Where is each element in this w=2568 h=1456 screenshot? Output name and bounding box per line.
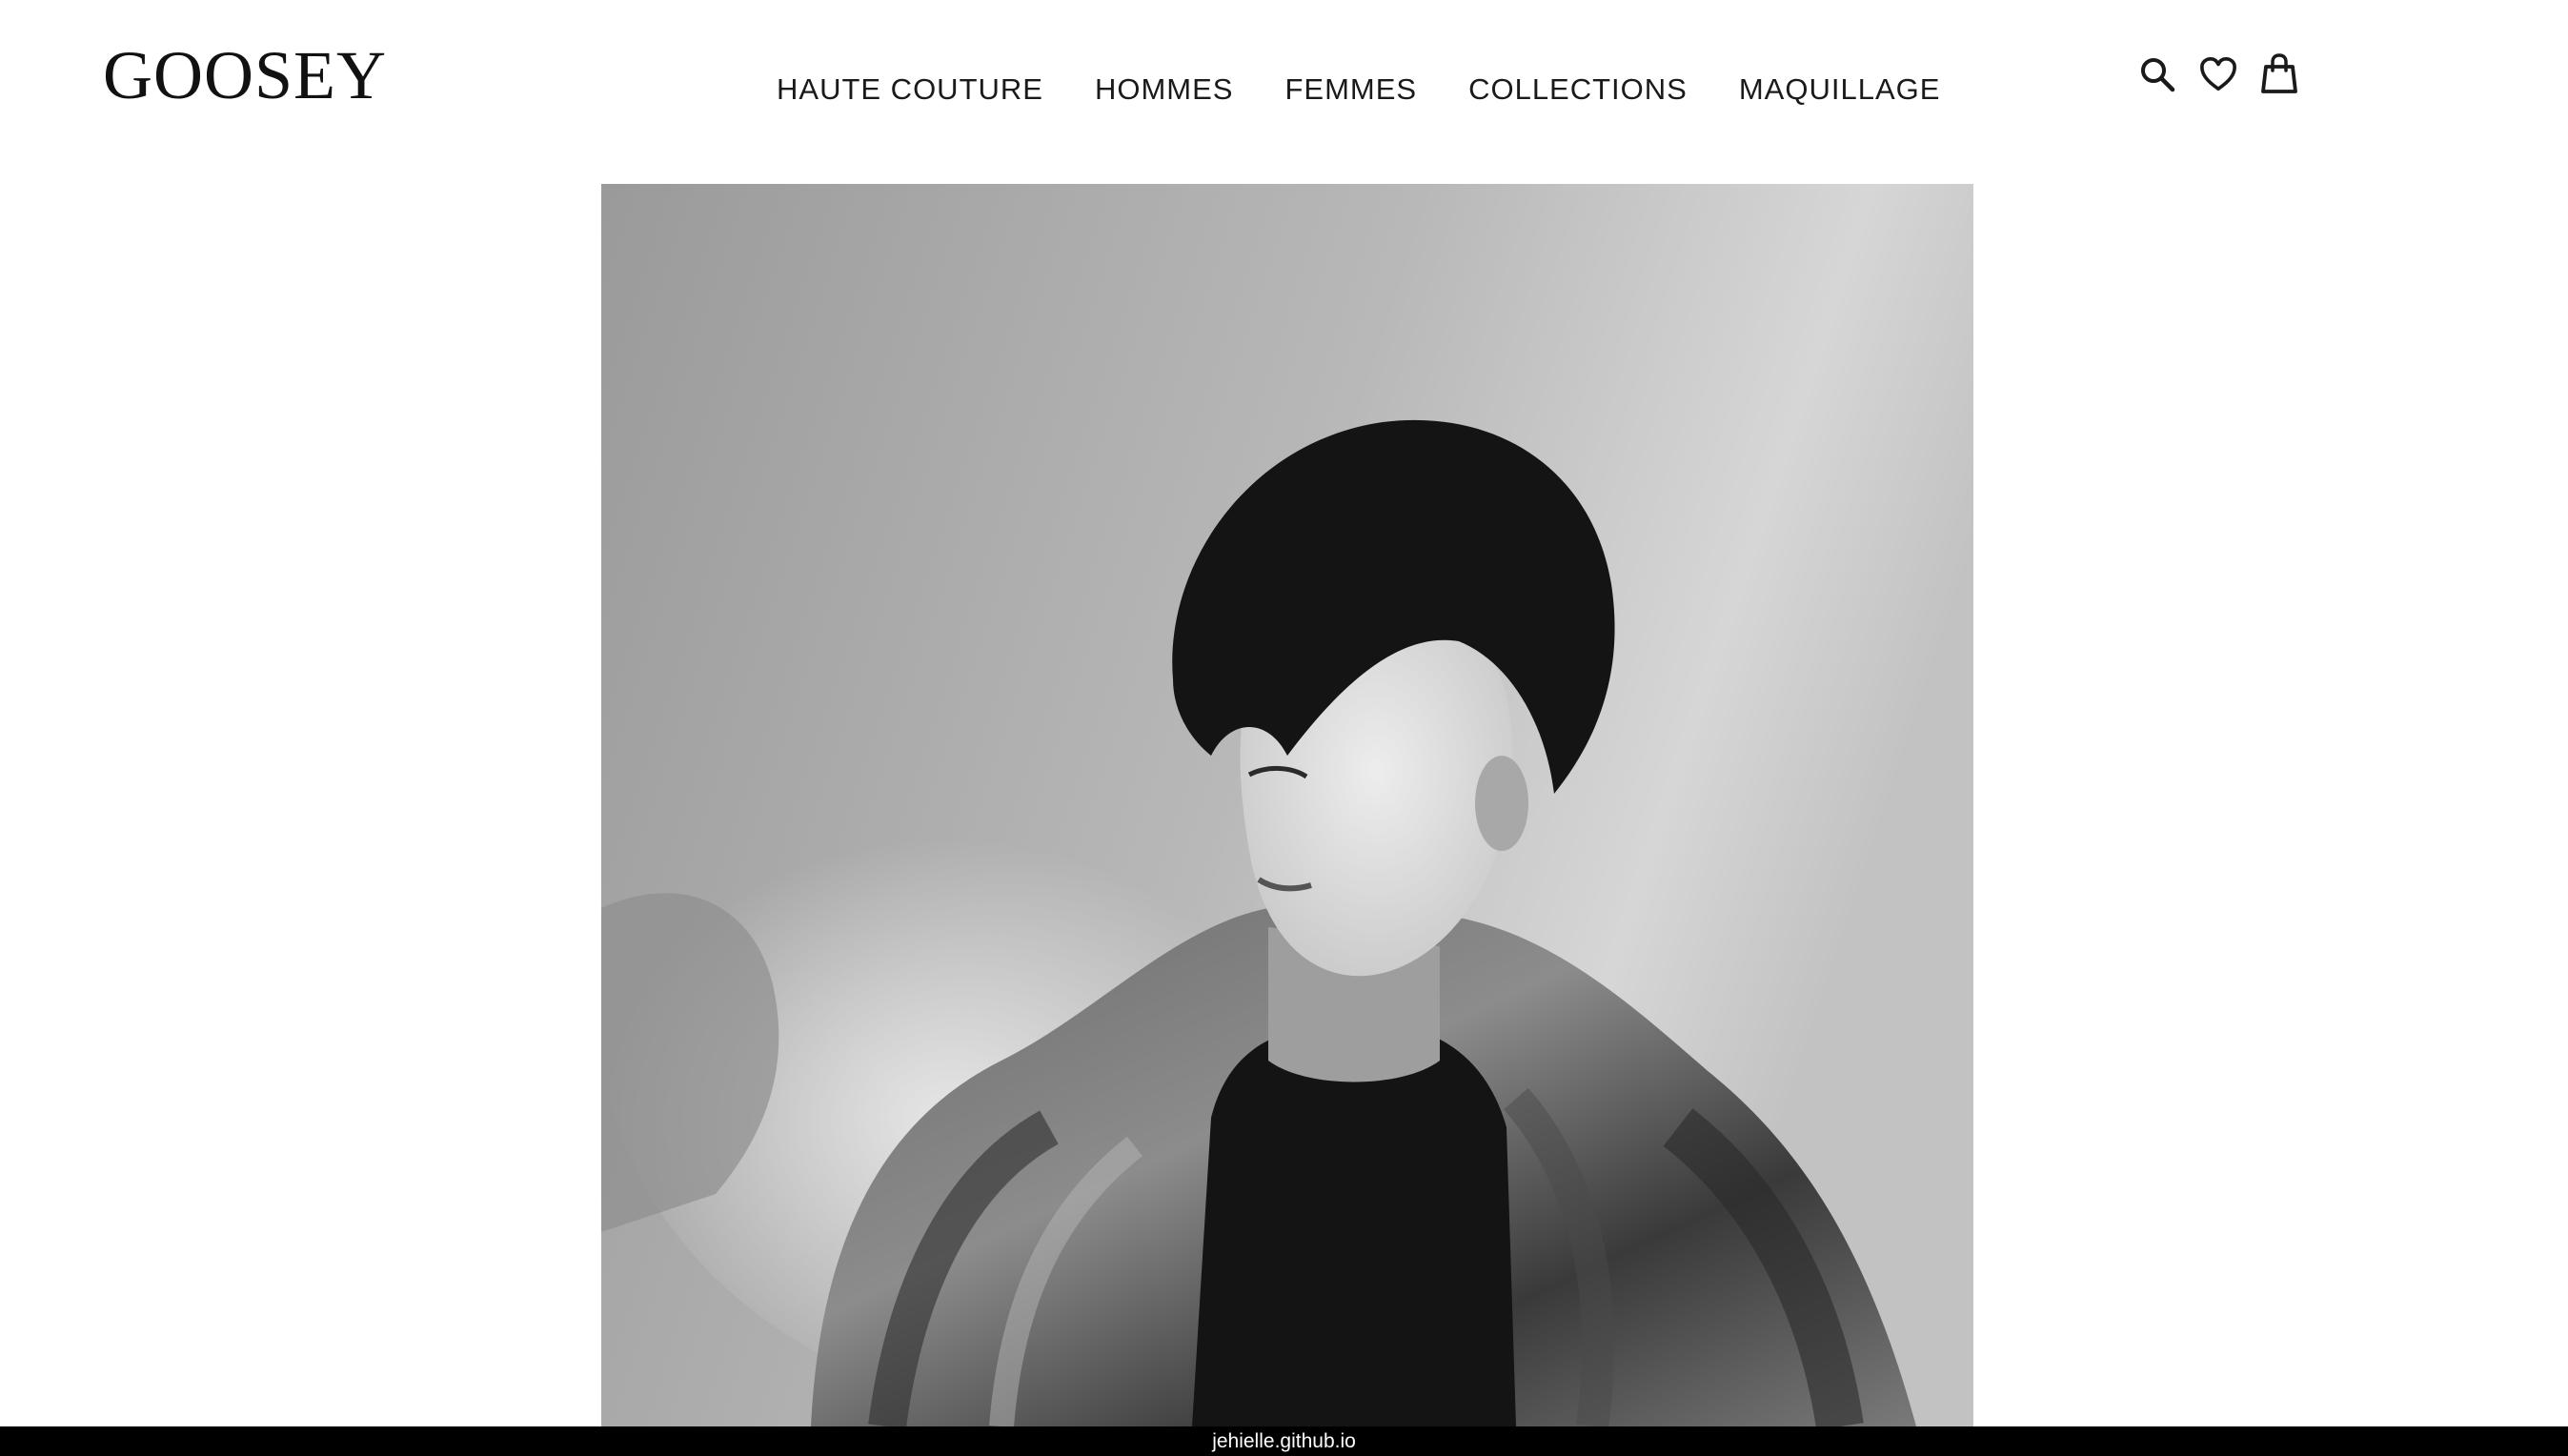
site-header: GOOSEY HAUTE COUTURE HOMMES FEMMES COLLE… — [0, 0, 2568, 181]
nav-femmes[interactable]: FEMMES — [1284, 67, 1417, 112]
header-icons — [2138, 51, 2298, 97]
brand-logo[interactable]: GOOSEY — [103, 36, 387, 114]
nav-collections[interactable]: COLLECTIONS — [1468, 67, 1688, 112]
page: GOOSEY HAUTE COUTURE HOMMES FEMMES COLLE… — [0, 0, 2568, 1456]
nav-hommes[interactable]: HOMMES — [1095, 67, 1234, 112]
search-icon[interactable] — [2138, 51, 2176, 97]
main-nav: HAUTE COUTURE HOMMES FEMMES COLLECTIONS … — [777, 67, 1940, 112]
status-bar-url: jehielle.github.io — [0, 1426, 2568, 1456]
hero-photo — [601, 184, 1973, 1426]
heart-icon[interactable] — [2199, 51, 2237, 97]
nav-haute-couture[interactable]: HAUTE COUTURE — [777, 67, 1043, 112]
shopping-bag-icon[interactable] — [2260, 51, 2298, 97]
portrait-image — [601, 184, 1973, 1426]
nav-maquillage[interactable]: MAQUILLAGE — [1739, 67, 1941, 112]
